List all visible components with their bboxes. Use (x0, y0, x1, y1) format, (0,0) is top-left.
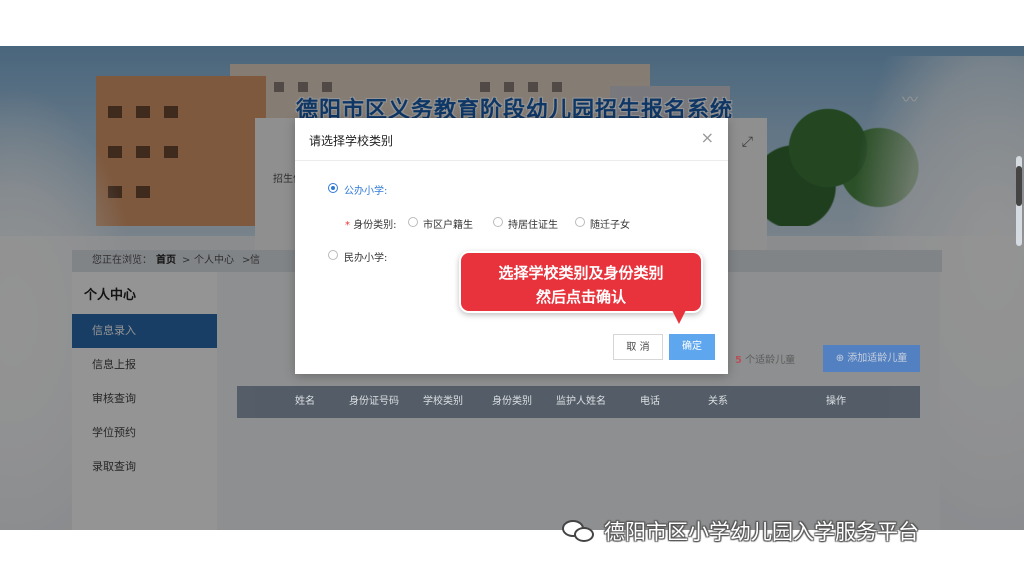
identity-type-text: 身份类别: (353, 220, 397, 231)
callout-pointer (672, 310, 686, 324)
kid-count-suffix: 个适龄儿童 (745, 355, 796, 366)
kid-count-number: 5 (735, 355, 742, 366)
callout-line-1: 选择学校类别及身份类别 (498, 264, 664, 282)
table-header-phone: 电话 (640, 396, 660, 407)
required-mark: * (345, 220, 350, 231)
public-school-label[interactable]: 公办小学: (344, 182, 387, 197)
cancel-button[interactable]: 取 消 (613, 334, 663, 360)
private-school-label[interactable]: 民办小学: (344, 249, 387, 264)
table-header-name: 姓名 (295, 396, 315, 407)
watermark: 德阳市区小学幼儿园入学服务平台 (562, 516, 919, 546)
confirm-button[interactable]: 确定 (669, 334, 715, 360)
kid-count: 5 个适龄儿童 (735, 351, 795, 366)
identity-radio-migrant-children[interactable] (575, 217, 585, 227)
table-header-guardian: 监护人姓名 (556, 396, 606, 407)
public-school-radio[interactable] (328, 183, 338, 193)
dialog-divider (295, 160, 728, 161)
scrollbar[interactable] (1016, 156, 1022, 246)
identity-option-residence-permit[interactable]: 持居住证生 (508, 216, 558, 231)
identity-type-label: * 身份类别: (345, 216, 397, 231)
school-type-dialog: 请选择学校类别 × 公办小学: * 身份类别: 市区户籍生 持居住证生 随迁子女… (295, 118, 728, 374)
table-header-school-type: 学校类别 (423, 396, 463, 407)
table-header-id: 身份证号码 (349, 396, 399, 407)
wechat-icon (562, 518, 596, 544)
scrollbar-thumb[interactable] (1016, 166, 1022, 206)
close-icon[interactable]: × (701, 128, 714, 147)
callout-line-2: 然后点击确认 (535, 288, 626, 306)
table-header: 姓名 身份证号码 学校类别 身份类别 监护人姓名 电话 关系 操作 (237, 386, 920, 418)
table-header-identity-type: 身份类别 (492, 396, 532, 407)
add-child-button[interactable]: ⊕ 添加适龄儿童 (823, 345, 920, 372)
identity-radio-urban-household[interactable] (408, 217, 418, 227)
table-header-relation: 关系 (708, 396, 728, 407)
watermark-text: 德阳市区小学幼儿园入学服务平台 (604, 520, 919, 544)
identity-option-urban-household[interactable]: 市区户籍生 (423, 216, 473, 231)
identity-option-migrant-children[interactable]: 随迁子女 (590, 216, 630, 231)
dialog-title: 请选择学校类别 (309, 134, 394, 148)
identity-radio-residence-permit[interactable] (493, 217, 503, 227)
private-school-radio[interactable] (328, 250, 338, 260)
instruction-callout: 选择学校类别及身份类别 然后点击确认 (459, 251, 703, 313)
table-header-action: 操作 (826, 396, 846, 407)
